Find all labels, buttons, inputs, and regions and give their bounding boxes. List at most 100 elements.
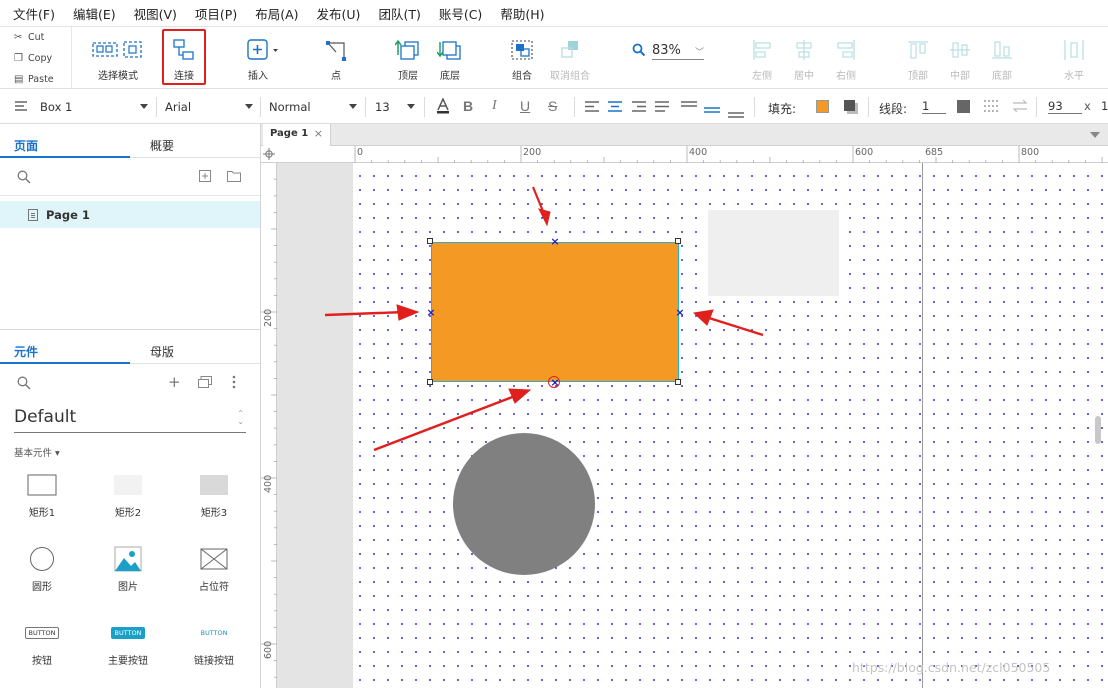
x-position-input[interactable]: 93 xyxy=(1048,99,1082,114)
library-select[interactable]: Default ⌃ ⌄ xyxy=(14,407,246,433)
add-library-icon[interactable]: + xyxy=(168,375,181,390)
library-copy-icon[interactable] xyxy=(198,376,212,391)
widget-rectangle-2[interactable]: 矩形2 xyxy=(93,472,163,532)
text-color-icon[interactable] xyxy=(436,97,450,118)
align-right-button[interactable]: 右侧 xyxy=(828,27,864,89)
group-button[interactable]: 组合 xyxy=(504,27,540,89)
category-label[interactable]: 基本元件 ▾ xyxy=(14,445,60,459)
bring-to-front-button[interactable]: 顶层 xyxy=(390,27,426,89)
align-center-button[interactable]: 居中 xyxy=(786,27,822,89)
ruler-label: 600 xyxy=(263,640,274,659)
widget-label: 图片 xyxy=(118,582,138,593)
zoom-control[interactable]: 83% ﹀ xyxy=(632,43,704,60)
page-document-icon xyxy=(28,208,38,221)
widget-label: 矩形1 xyxy=(28,508,56,519)
widget-placeholder[interactable]: 占位符 xyxy=(179,546,249,606)
ungroup-button[interactable]: 取消组合 xyxy=(546,27,594,89)
align-text-right-icon[interactable] xyxy=(632,101,646,115)
tab-outline[interactable]: 概要 xyxy=(150,137,174,154)
stroke-width-input[interactable]: 1 xyxy=(922,99,946,114)
align-bottom-button[interactable]: 底部 xyxy=(984,27,1020,89)
menu-edit[interactable]: 编辑(E) xyxy=(73,4,116,23)
add-page-icon[interactable] xyxy=(199,170,211,185)
search-icon[interactable] xyxy=(17,170,31,187)
zoom-value[interactable]: 83% ﹀ xyxy=(652,43,704,60)
align-text-justify-icon[interactable] xyxy=(655,101,669,115)
menu-publish[interactable]: 发布(U) xyxy=(317,4,361,23)
y-position-input[interactable]: 1 xyxy=(1101,99,1108,113)
widget-circle[interactable]: 圆形 xyxy=(7,546,77,606)
insert-button[interactable]: 插入 xyxy=(236,27,280,89)
circle-icon xyxy=(29,546,55,572)
tabs-dropdown-icon[interactable] xyxy=(1090,132,1100,138)
point-button[interactable]: 点 xyxy=(318,27,354,89)
send-to-back-button[interactable]: 底层 xyxy=(432,27,468,89)
font-weight-value: Normal xyxy=(269,100,311,114)
chevron-down-icon: ﹀ xyxy=(694,48,704,58)
align-left-button[interactable]: 左侧 xyxy=(744,27,780,89)
distribute-horizontal-button[interactable]: 水平 xyxy=(1056,27,1092,89)
widget-rectangle-3[interactable]: 矩形3 xyxy=(179,472,249,532)
underline-icon[interactable]: U xyxy=(520,98,530,114)
document-tabs: Page 1 × xyxy=(261,124,1108,147)
menu-file[interactable]: 文件(F) xyxy=(13,4,55,23)
widget-rectangle-1[interactable]: 矩形1 xyxy=(7,472,77,532)
distribute-horizontal-label: 水平 xyxy=(1064,71,1084,82)
tab-widgets[interactable]: 元件 xyxy=(14,343,38,360)
widget-name-select[interactable]: Box 1 xyxy=(40,99,148,115)
shadow-icon[interactable] xyxy=(844,100,858,117)
more-options-icon[interactable] xyxy=(232,375,236,392)
widget-primary-button[interactable]: BUTTON 主要按钮 xyxy=(93,620,163,680)
tab-pages[interactable]: 页面 xyxy=(14,137,38,154)
select-mode-icon xyxy=(92,39,144,61)
stroke-pattern-icon[interactable] xyxy=(984,99,1000,116)
paint-format-icon[interactable] xyxy=(14,99,28,116)
widget-button[interactable]: BUTTON 按钮 xyxy=(7,620,77,680)
annotation-arrow-left xyxy=(324,310,406,317)
page-list-item[interactable]: Page 1 xyxy=(0,201,260,228)
copy-button[interactable]: ❐ Copy xyxy=(0,48,71,69)
annotation-arrow-top-head xyxy=(538,208,551,227)
arrow-style-icon[interactable] xyxy=(1012,99,1028,116)
font-weight-select[interactable]: Normal xyxy=(269,99,357,115)
menu-project[interactable]: 项目(P) xyxy=(195,4,237,23)
menu-layout[interactable]: 布局(A) xyxy=(255,4,298,23)
select-mode-button[interactable]: 选择模式 xyxy=(86,27,150,89)
valign-top-icon[interactable] xyxy=(681,98,697,112)
valign-middle-icon[interactable] xyxy=(704,104,720,118)
valign-bottom-icon[interactable] xyxy=(728,109,744,123)
widget-image[interactable]: 图片 xyxy=(93,546,163,606)
paste-icon: ▤ xyxy=(14,74,24,85)
search-icon[interactable] xyxy=(17,376,31,393)
menu-account[interactable]: 账号(C) xyxy=(439,4,482,23)
align-middle-button[interactable]: 中部 xyxy=(942,27,978,89)
align-text-left-icon[interactable] xyxy=(585,101,599,115)
font-family-select[interactable]: Arial xyxy=(165,99,253,115)
button-preview-text: BUTTON xyxy=(25,627,59,639)
tab-page-1[interactable]: Page 1 × xyxy=(263,124,331,147)
add-folder-icon[interactable] xyxy=(227,170,241,185)
bold-icon[interactable]: B xyxy=(463,98,473,114)
top-layer-label: 顶层 xyxy=(398,71,418,82)
menu-help[interactable]: 帮助(H) xyxy=(500,4,544,23)
close-icon[interactable]: × xyxy=(314,127,323,140)
fill-color-swatch[interactable] xyxy=(816,100,829,113)
tab-masters[interactable]: 母版 xyxy=(150,343,174,360)
ungroup-icon xyxy=(558,39,582,61)
widget-link-button[interactable]: BUTTON 链接按钮 xyxy=(179,620,249,680)
point-icon xyxy=(324,39,348,61)
menu-view[interactable]: 视图(V) xyxy=(134,4,177,23)
strikethrough-icon[interactable]: S xyxy=(548,98,557,114)
font-size-select[interactable]: 13 xyxy=(375,99,415,115)
button-preview: BUTTON xyxy=(25,620,59,646)
cut-button[interactable]: ✂ Cut xyxy=(0,27,71,48)
design-canvas[interactable]: × × × × xyxy=(277,163,1108,688)
clipboard-group: ✂ Cut ❐ Copy ▤ Paste xyxy=(0,27,72,89)
align-top-button[interactable]: 顶部 xyxy=(900,27,936,89)
stroke-color-swatch[interactable] xyxy=(957,100,970,113)
paste-button[interactable]: ▤ Paste xyxy=(0,69,71,90)
menu-team[interactable]: 团队(T) xyxy=(378,4,420,23)
align-text-center-icon[interactable] xyxy=(608,101,622,115)
italic-icon[interactable]: I xyxy=(492,98,497,114)
copy-icon: ❐ xyxy=(14,53,23,64)
